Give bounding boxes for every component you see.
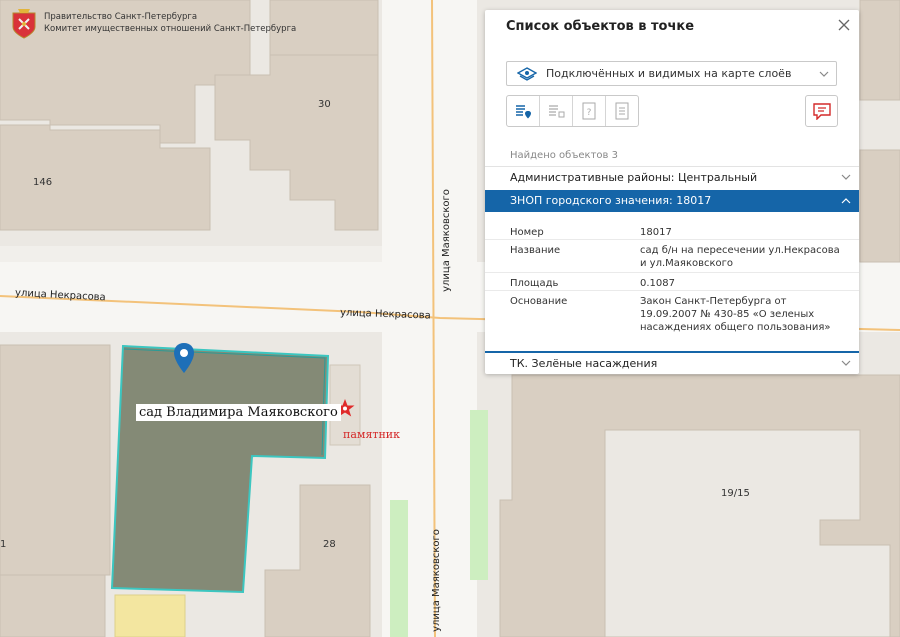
prop-key: Площадь xyxy=(510,278,559,289)
found-count: Найдено объектов 3 xyxy=(510,150,618,161)
panel-title: Список объектов в точке xyxy=(506,19,695,34)
layer-select[interactable]: Подключённых и видимых на карте слоёв xyxy=(506,61,837,86)
section-green-spaces[interactable]: ТК. Зелёные насаждения xyxy=(485,351,859,373)
chevron-down-icon xyxy=(841,174,851,180)
table-row: Название сад б/н на пересечении ул.Некра… xyxy=(485,240,859,273)
list-location-button[interactable] xyxy=(507,96,540,126)
list-grid-icon xyxy=(549,105,565,118)
table-row: Номер 18017 xyxy=(485,222,859,240)
building-number-28: 28 xyxy=(323,539,336,550)
list-location-icon xyxy=(516,105,531,119)
prop-value: Закон Санкт-Петербурга от 19.09.2007 № 4… xyxy=(640,296,831,333)
document-icon xyxy=(615,102,629,120)
building-number-1: 1 xyxy=(0,539,7,550)
report-button[interactable] xyxy=(805,95,838,127)
layers-icon xyxy=(517,67,537,81)
prop-value: 18017 xyxy=(640,227,672,238)
map-marker-icon[interactable] xyxy=(172,342,196,374)
building-number-19-15: 19/15 xyxy=(721,488,750,499)
help-doc-button[interactable]: ? xyxy=(573,96,606,126)
header-line-1: Правительство Санкт-Петербурга xyxy=(44,12,198,22)
table-row: Площадь 0.1087 xyxy=(485,273,859,291)
close-icon[interactable] xyxy=(837,18,851,32)
list-grid-button[interactable] xyxy=(540,96,573,126)
prop-value: сад б/н на пересечении ул.Некрасова и ул… xyxy=(640,245,840,269)
building-number-30: 30 xyxy=(318,99,331,110)
objects-panel: Список объектов в точке Подключённых и в… xyxy=(485,10,859,374)
section-admin-districts[interactable]: Административные районы: Центральный xyxy=(485,166,859,188)
table-row: Основание Закон Санкт-Петербурга от 19.0… xyxy=(485,291,859,338)
section-znop-label: ЗНОП городского значения: 18017 xyxy=(510,194,712,207)
prop-value: 0.1087 xyxy=(640,278,675,289)
section-znop[interactable]: ЗНОП городского значения: 18017 xyxy=(485,190,859,212)
prop-key: Название xyxy=(510,245,561,256)
chevron-down-icon xyxy=(841,360,851,366)
chevron-down-icon xyxy=(819,71,829,77)
garden-name-label: сад Владимира Маяковского xyxy=(136,404,341,421)
help-doc-icon: ? xyxy=(582,102,596,120)
prop-key: Основание xyxy=(510,296,568,307)
section-green-label: ТК. Зелёные насаждения xyxy=(510,357,658,370)
document-button[interactable] xyxy=(606,96,638,126)
layer-select-value: Подключённых и видимых на карте слоёв xyxy=(546,67,792,80)
header-line-2: Комитет имущественных отношений Санкт-Пе… xyxy=(44,24,297,34)
street-label-mayakovskogo-top: улица Маяковского xyxy=(440,189,452,292)
view-toolbar: ? xyxy=(506,95,639,127)
monument-label: памятник xyxy=(343,428,401,441)
building-number-146: 146 xyxy=(33,177,53,188)
prop-key: Номер xyxy=(510,227,544,238)
section-admin-label: Административные районы: Центральный xyxy=(510,171,758,184)
coat-of-arms-icon xyxy=(12,9,36,39)
report-icon xyxy=(812,103,831,120)
chevron-up-icon xyxy=(841,198,851,204)
street-label-mayakovskogo-bottom: улица Маяковского xyxy=(430,529,442,632)
svg-text:?: ? xyxy=(587,108,592,118)
